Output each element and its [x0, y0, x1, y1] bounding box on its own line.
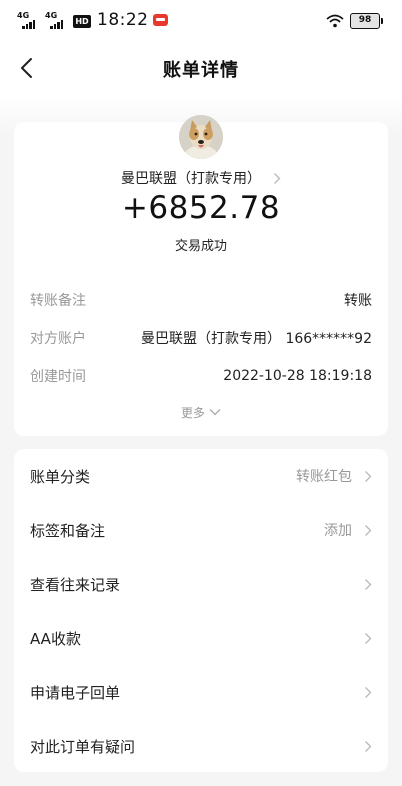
menu-item-transaction-history[interactable]: 查看往来记录: [14, 557, 388, 611]
battery-icon: 98: [350, 13, 383, 29]
merchant-avatar[interactable]: [179, 115, 223, 159]
more-button[interactable]: 更多: [14, 403, 388, 421]
menu-label: AA收款: [30, 629, 81, 648]
status-left: 4G 4G HD 18:22: [17, 10, 168, 30]
menu-label: 查看往来记录: [30, 575, 121, 594]
transaction-amount: +6852.78: [121, 190, 281, 226]
chevron-right-icon: [274, 172, 281, 184]
menu-item-e-receipt[interactable]: 申请电子回单: [14, 665, 388, 719]
transaction-card: 曼巴联盟（打款专用） +6852.78 交易成功 转账备注 转账 对方账户 曼巴…: [14, 115, 388, 436]
more-label: 更多: [180, 405, 205, 420]
detail-label: 创建时间: [30, 369, 86, 385]
network-type-1: 4G: [17, 11, 30, 20]
chevron-right-icon: [365, 686, 372, 698]
detail-label: 对方账户: [30, 331, 86, 347]
menu-item-tags-notes[interactable]: 标签和备注 添加: [14, 503, 388, 557]
wifi-icon: [326, 14, 344, 28]
menu-item-aa-collect[interactable]: AA收款: [14, 611, 388, 665]
chevron-right-icon: [365, 524, 372, 536]
chevron-right-icon: [365, 470, 372, 482]
cellular-signal-2-icon: 4G: [45, 12, 69, 30]
options-card: 账单分类 转账红包 标签和备注 添加 查看往来记录 AA收款 申请电子回单 对此…: [14, 449, 388, 772]
status-right: 98: [326, 13, 383, 29]
menu-item-order-question[interactable]: 对此订单有疑问: [14, 719, 388, 773]
detail-row-remark: 转账备注 转账: [30, 289, 372, 311]
chevron-right-icon: [365, 740, 372, 752]
network-type-2: 4G: [45, 11, 58, 20]
notification-app-icon: [152, 14, 168, 26]
menu-value: 转账红包: [296, 469, 352, 485]
detail-value: 2022-10-28 18:19:18: [223, 368, 372, 384]
detail-row-created-time: 创建时间 2022-10-28 18:19:18: [30, 365, 372, 387]
menu-label: 标签和备注: [30, 521, 106, 540]
merchant-row[interactable]: 曼巴联盟（打款专用）: [14, 168, 388, 188]
transaction-status: 交易成功: [174, 239, 227, 254]
menu-label: 申请电子回单: [30, 683, 121, 702]
detail-label: 转账备注: [30, 293, 86, 309]
merchant-name: 曼巴联盟（打款专用）: [121, 171, 261, 187]
hd-call-icon: HD: [73, 15, 91, 28]
detail-value: 转账: [344, 293, 372, 309]
menu-item-bill-category[interactable]: 账单分类 转账红包: [14, 449, 388, 503]
menu-label: 对此订单有疑问: [30, 737, 136, 756]
menu-value: 添加: [324, 523, 352, 539]
detail-row-account: 对方账户 曼巴联盟（打款专用） 166******92: [30, 327, 372, 349]
nav-bar: 账单详情: [0, 40, 402, 96]
cellular-signal-1-icon: 4G: [17, 12, 41, 30]
chevron-right-icon: [365, 632, 372, 644]
menu-label: 账单分类: [30, 467, 91, 486]
detail-value: 曼巴联盟（打款专用） 166******92: [141, 331, 372, 347]
page-title: 账单详情: [163, 60, 239, 81]
status-time: 18:22: [97, 10, 149, 30]
avatar-dog-image: [179, 115, 223, 159]
chevron-down-icon: [209, 409, 221, 416]
chevron-right-icon: [365, 578, 372, 590]
status-bar: 4G 4G HD 18:22 98: [0, 0, 402, 40]
